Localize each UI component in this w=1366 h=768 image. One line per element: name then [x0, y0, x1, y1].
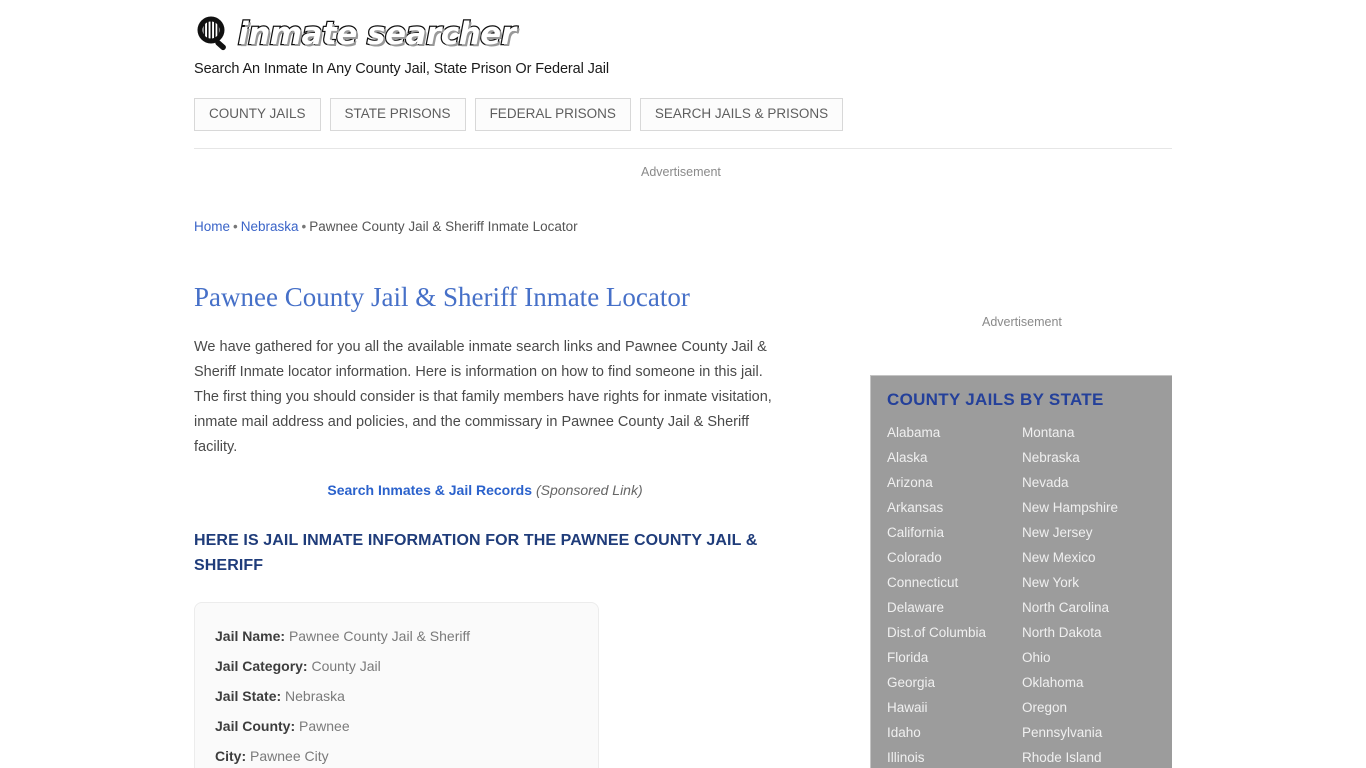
logo-text: inmate searcher: [237, 15, 517, 54]
info-row-jail-state: Jail State: Nebraska: [215, 681, 578, 711]
nav-state-prisons[interactable]: STATE PRISONS: [329, 98, 466, 131]
state-link-illinois[interactable]: Illinois: [887, 745, 1022, 768]
state-link-new-jersey[interactable]: New Jersey: [1022, 520, 1157, 545]
info-label-jail-state: Jail State:: [215, 688, 282, 705]
sponsored-link-row: Search Inmates & Jail Records (Sponsored …: [194, 482, 776, 498]
info-label-jail-name: Jail Name:: [215, 628, 286, 645]
nav-federal-prisons[interactable]: FEDERAL PRISONS: [474, 98, 631, 131]
page-root: inmate searcher Search An Inmate In Any …: [0, 0, 1366, 768]
site-tagline: Search An Inmate In Any County Jail, Sta…: [194, 61, 610, 77]
state-link-nebraska[interactable]: Nebraska: [1022, 445, 1157, 470]
sidebar-title: COUNTY JAILS BY STATE: [887, 390, 1104, 409]
breadcrumb-state[interactable]: Nebraska: [241, 219, 299, 234]
state-link-florida[interactable]: Florida: [887, 645, 1022, 670]
main-content: Home • Nebraska • Pawnee County Jail & Sheri…: [194, 218, 794, 768]
state-link-hawaii[interactable]: Hawaii: [887, 695, 1022, 720]
state-link-grid: Alabama Alaska Arizona Arkansas Californ…: [887, 420, 1172, 768]
state-link-new-hampshire[interactable]: New Hampshire: [1022, 495, 1157, 520]
state-link-arkansas[interactable]: Arkansas: [887, 495, 1022, 520]
jail-info-box: Jail Name: Pawnee County Jail & Sheriff …: [194, 602, 599, 768]
sponsored-note: (Sponsored Link): [536, 482, 643, 499]
info-label-jail-category: Jail Category:: [215, 658, 308, 675]
site-header: inmate searcher Search An Inmate In Any …: [194, 12, 1172, 77]
state-link-alabama[interactable]: Alabama: [887, 420, 1022, 445]
info-row-jail-name: Jail Name: Pawnee County Jail & Sheriff: [215, 621, 578, 651]
breadcrumb-separator-1: •: [233, 219, 238, 234]
info-value-jail-name: Pawnee County Jail & Sheriff: [288, 628, 471, 645]
info-value-jail-category: County Jail: [311, 658, 381, 675]
state-link-georgia[interactable]: Georgia: [887, 670, 1022, 695]
advertisement-label-main: Advertisement: [641, 165, 721, 179]
state-column-left: Alabama Alaska Arizona Arkansas Californ…: [887, 420, 1022, 768]
section-heading: HERE IS JAIL INMATE INFORMATION FOR THE …: [194, 532, 758, 575]
state-link-north-carolina[interactable]: North Carolina: [1022, 595, 1157, 620]
state-link-arizona[interactable]: Arizona: [887, 470, 1022, 495]
breadcrumb-home[interactable]: Home: [194, 219, 230, 234]
main-navigation: COUNTY JAILS STATE PRISONS FEDERAL PRISO…: [194, 98, 844, 131]
state-link-california[interactable]: California: [887, 520, 1022, 545]
state-link-idaho[interactable]: Idaho: [887, 720, 1022, 745]
state-link-connecticut[interactable]: Connecticut: [887, 570, 1022, 595]
state-link-nevada[interactable]: Nevada: [1022, 470, 1157, 495]
state-column-right: Montana Nebraska Nevada New Hampshire Ne…: [1022, 420, 1157, 768]
sidebar-county-jails-by-state: COUNTY JAILS BY STATE Alabama Alaska Ari…: [870, 375, 1172, 768]
breadcrumb-separator-2: •: [301, 219, 307, 234]
intro-paragraph: We have gathered for you all the availab…: [194, 339, 772, 456]
state-link-colorado[interactable]: Colorado: [887, 545, 1022, 570]
breadcrumb: Home • Nebraska • Pawnee County Jail & Sheri…: [194, 218, 794, 236]
advertisement-label-sidebar: Advertisement: [982, 315, 1062, 329]
state-link-oregon[interactable]: Oregon: [1022, 695, 1157, 720]
info-row-jail-county: Jail County: Pawnee: [215, 711, 578, 741]
info-row-city: City: Pawnee City: [215, 741, 578, 768]
nav-search-jails-prisons[interactable]: SEARCH JAILS & PRISONS: [639, 98, 844, 131]
state-link-pennsylvania[interactable]: Pennsylvania: [1022, 720, 1157, 745]
info-value-city: Pawnee City: [250, 748, 329, 765]
state-link-new-mexico[interactable]: New Mexico: [1022, 545, 1157, 570]
breadcrumb-current: Pawnee County Jail & Sheriff Inmate Loca…: [309, 219, 578, 234]
info-label-city: City:: [215, 748, 247, 765]
info-value-jail-county: Pawnee: [299, 718, 350, 735]
header-divider: [194, 148, 1172, 149]
state-link-montana[interactable]: Montana: [1022, 420, 1157, 445]
state-link-rhode-island[interactable]: Rhode Island: [1022, 745, 1157, 768]
state-link-new-york[interactable]: New York: [1022, 570, 1157, 595]
page-title: Pawnee County Jail & Sheriff Inmate Loca…: [194, 282, 690, 312]
state-link-alaska[interactable]: Alaska: [887, 445, 1022, 470]
magnifier-jail-icon: [194, 14, 234, 54]
info-row-jail-category: Jail Category: County Jail: [215, 651, 578, 681]
state-link-delaware[interactable]: Delaware: [887, 595, 1022, 620]
info-value-jail-state: Nebraska: [285, 688, 345, 705]
nav-county-jails[interactable]: COUNTY JAILS: [194, 98, 321, 131]
state-link-ohio[interactable]: Ohio: [1022, 645, 1157, 670]
state-link-oklahoma[interactable]: Oklahoma: [1022, 670, 1157, 695]
sponsored-search-link[interactable]: Search Inmates & Jail Records: [327, 482, 532, 498]
state-link-dist-of-columbia[interactable]: Dist.of Columbia: [887, 620, 1022, 645]
logo[interactable]: inmate searcher: [194, 12, 1172, 56]
state-link-north-dakota[interactable]: North Dakota: [1022, 620, 1157, 645]
info-label-jail-county: Jail County:: [215, 718, 296, 735]
